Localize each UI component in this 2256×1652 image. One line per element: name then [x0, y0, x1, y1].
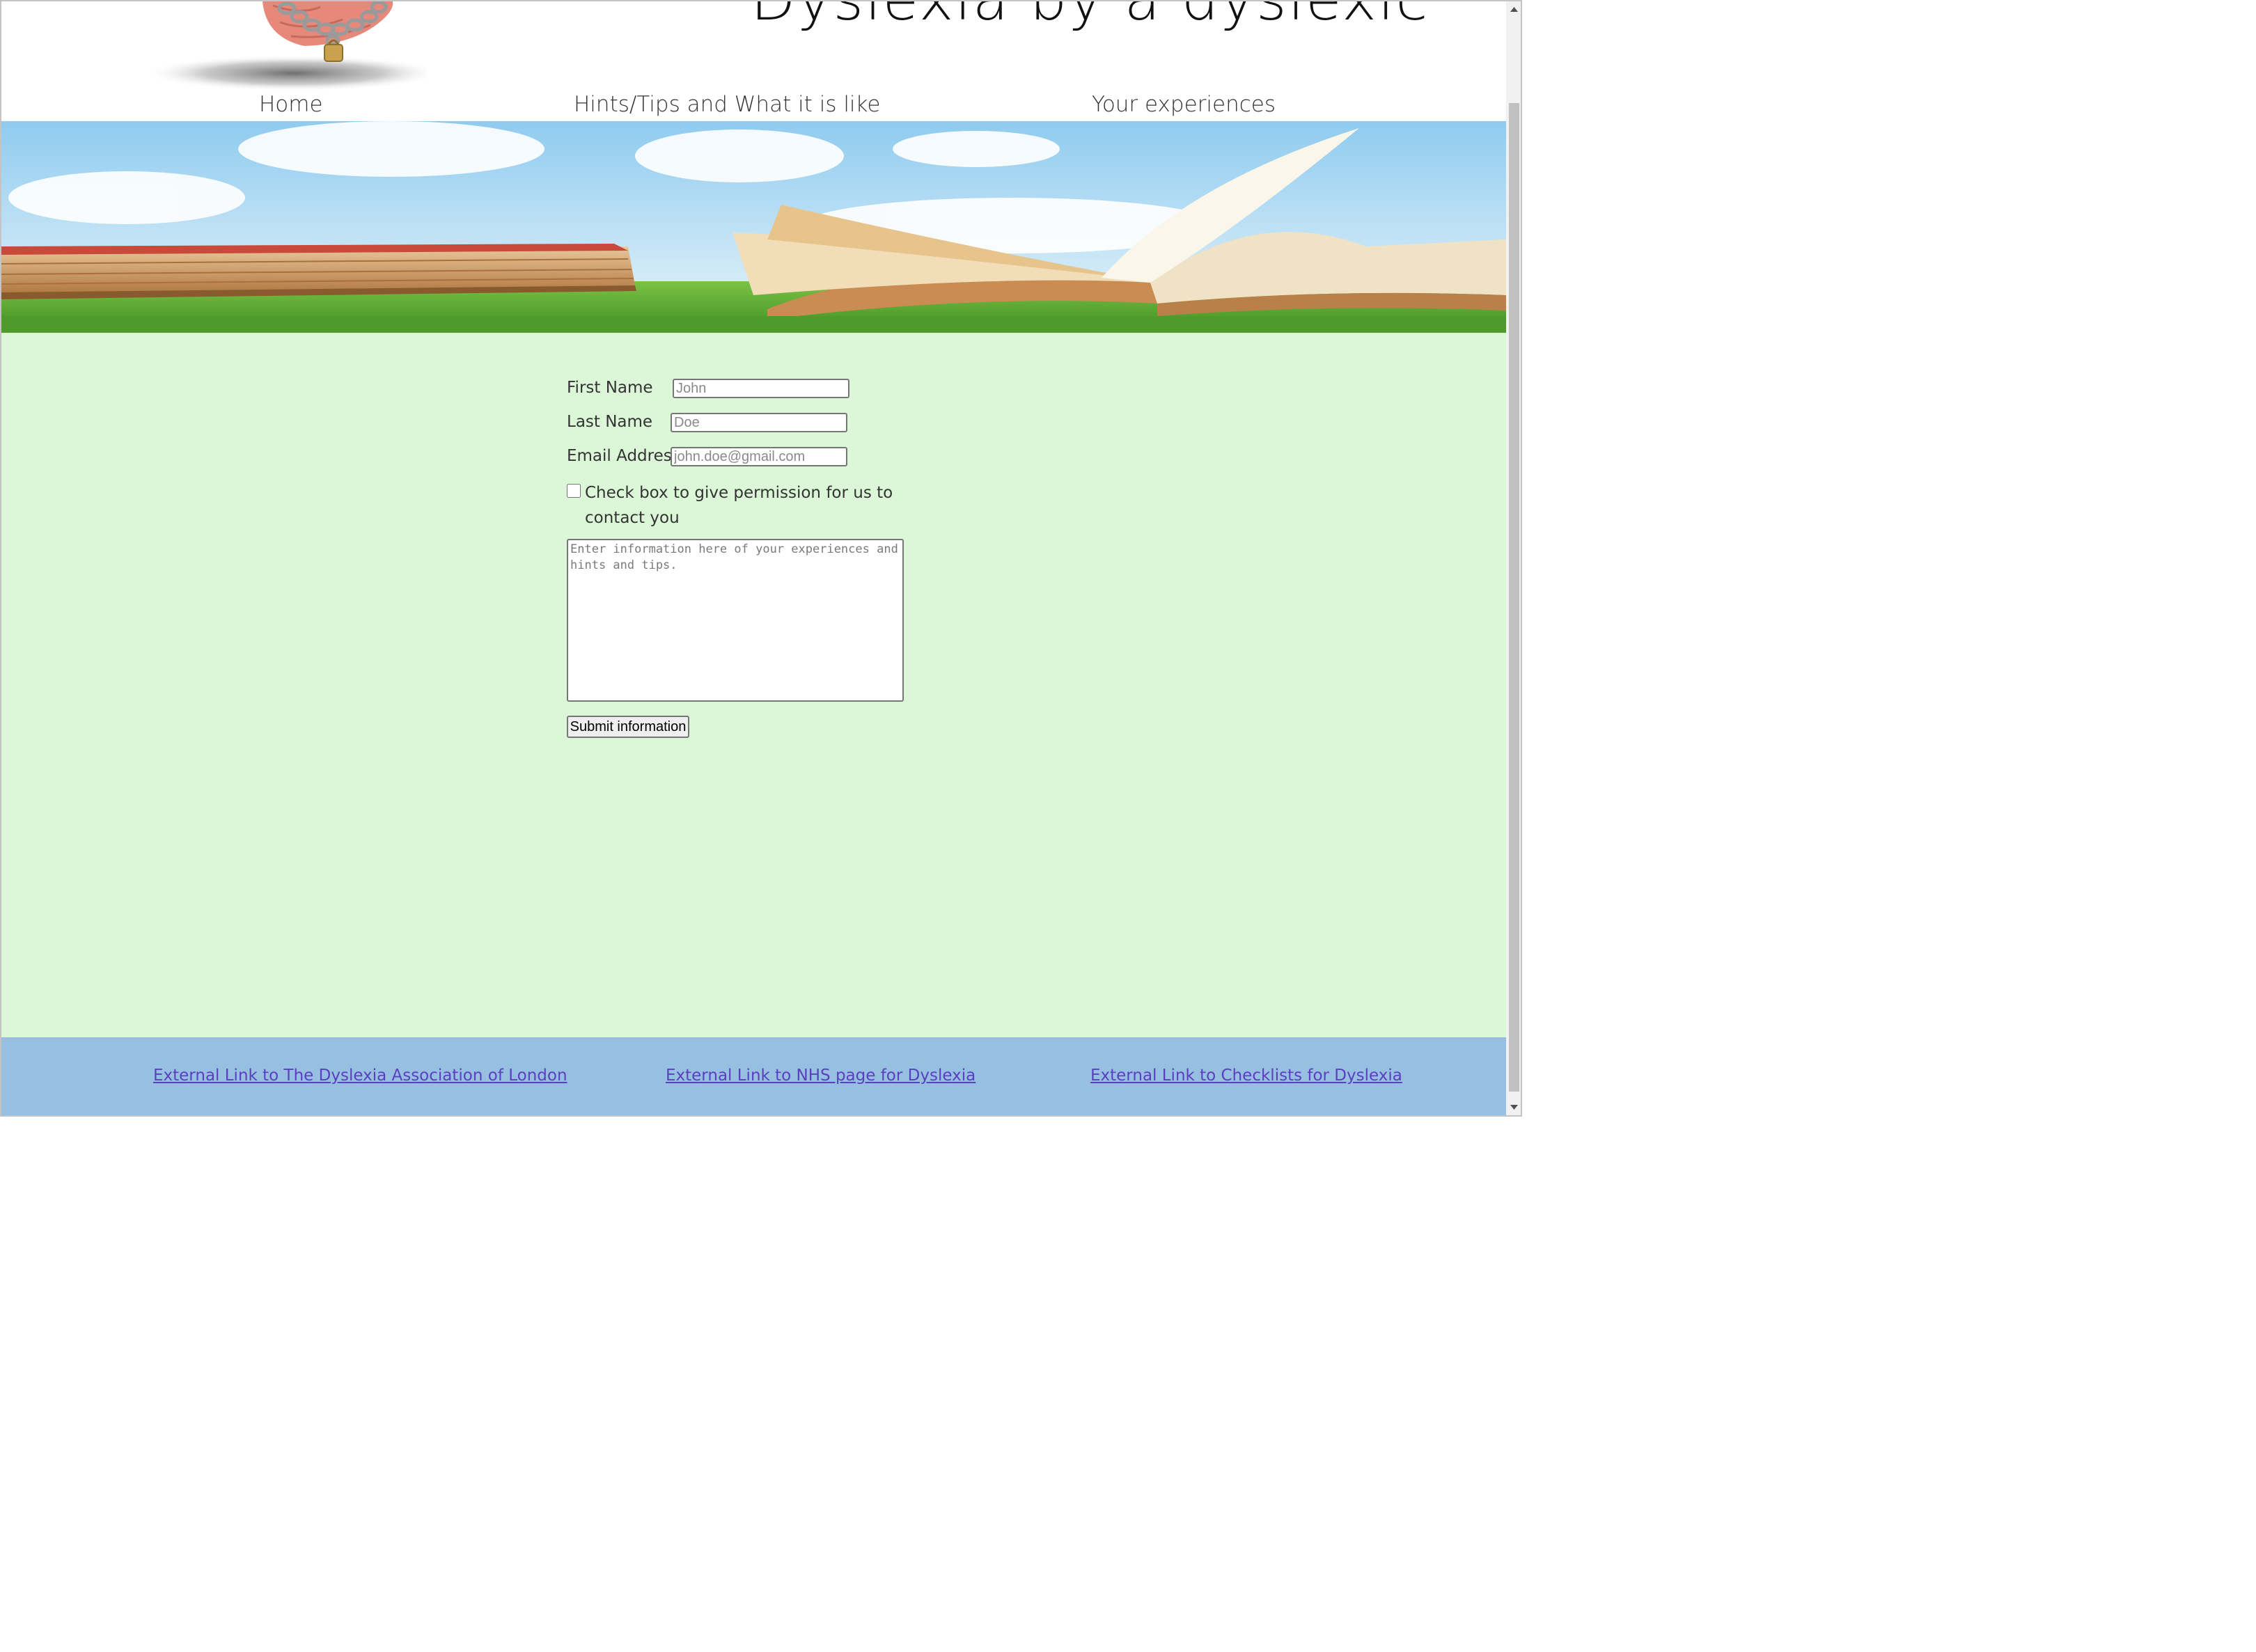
- experiences-textarea[interactable]: [567, 539, 904, 702]
- email-field[interactable]: [671, 447, 847, 466]
- email-label: Email Address: [567, 447, 680, 465]
- site-header: Dyslexia by a dyslexic Home Hints/Tips a…: [1, 1, 1506, 121]
- logo-brain-chains-icon: [144, 1, 426, 91]
- nav-hints-tips[interactable]: Hints/Tips and What it is like: [574, 92, 880, 117]
- contact-permission-checkbox[interactable]: [567, 484, 581, 498]
- banner-open-book-image: [1, 121, 1506, 333]
- contact-permission-label: Check box to give permission for us to c…: [585, 484, 893, 527]
- site-footer: External Link to The Dyslexia Associatio…: [1, 1037, 1506, 1115]
- submit-information-button[interactable]: Submit information: [567, 716, 689, 738]
- browser-viewport: Dyslexia by a dyslexic Home Hints/Tips a…: [0, 0, 1522, 1117]
- page: Dyslexia by a dyslexic Home Hints/Tips a…: [1, 1, 1506, 1115]
- last-name-field[interactable]: [671, 413, 847, 432]
- scrollbar-thumb[interactable]: [1509, 103, 1519, 1092]
- first-name-label: First Name: [567, 379, 653, 397]
- nav-your-experiences[interactable]: Your experiences: [1092, 92, 1276, 117]
- experience-form-section: First Name Last Name Email Address Check…: [1, 333, 1506, 1037]
- scroll-up-arrow-icon[interactable]: [1506, 1, 1522, 18]
- vertical-scrollbar[interactable]: [1506, 1, 1522, 1115]
- site-title: Dyslexia by a dyslexic: [751, 1, 1429, 33]
- nav-home[interactable]: Home: [259, 92, 323, 117]
- link-dyslexia-checklists[interactable]: External Link to Checklists for Dyslexia: [1090, 1067, 1402, 1085]
- first-name-field[interactable]: [673, 379, 849, 398]
- link-nhs-dyslexia[interactable]: External Link to NHS page for Dyslexia: [666, 1067, 976, 1085]
- link-dyslexia-association-london[interactable]: External Link to The Dyslexia Associatio…: [153, 1067, 567, 1085]
- scroll-down-arrow-icon[interactable]: [1506, 1099, 1522, 1115]
- last-name-label: Last Name: [567, 413, 653, 431]
